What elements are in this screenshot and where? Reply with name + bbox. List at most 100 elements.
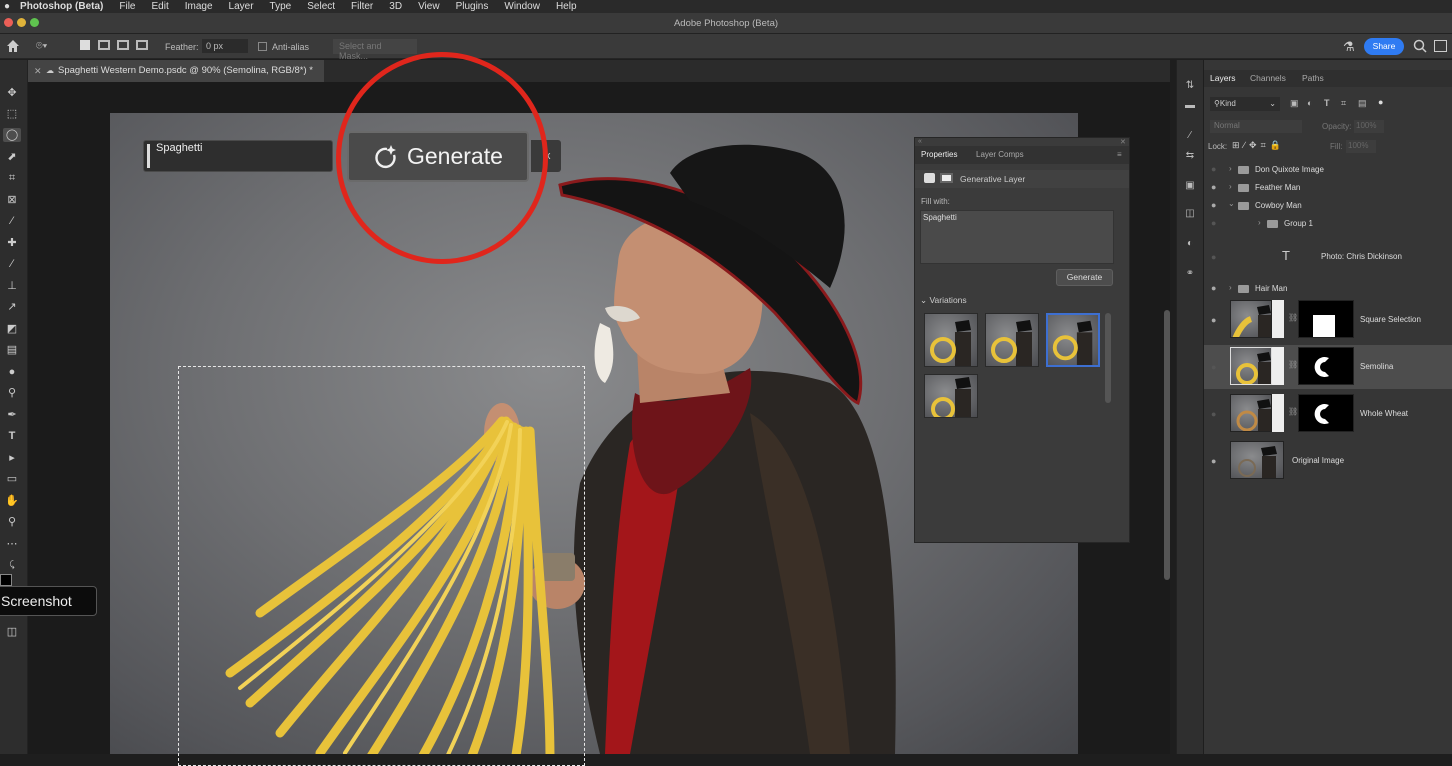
adjustments-icon[interactable]: ⇆ [1183, 150, 1197, 162]
search-icon[interactable] [1413, 39, 1427, 53]
antialias-checkbox[interactable] [258, 42, 267, 51]
menu-type[interactable]: Type [270, 1, 292, 12]
visibility-eye-icon[interactable]: ● [1211, 456, 1216, 466]
generative-prompt-input[interactable]: Spaghetti [143, 140, 333, 172]
healing-brush-icon[interactable]: ✚ [3, 236, 21, 250]
visibility-eye-icon[interactable]: ● [1211, 315, 1216, 325]
workspace-icon[interactable] [1434, 40, 1447, 52]
pen-tool-icon[interactable]: ✒ [3, 408, 21, 422]
canvas-vertical-scrollbar[interactable] [1164, 310, 1170, 580]
object-select-icon[interactable]: ⬈ [3, 150, 21, 164]
menu-edit[interactable]: Edit [152, 1, 169, 12]
variation-thumbnail-selected[interactable] [1046, 313, 1100, 367]
chevron-right-icon[interactable]: › [1258, 218, 1261, 227]
close-window-button[interactable] [4, 18, 13, 27]
crop-tool-icon[interactable]: ⌗ [3, 171, 21, 185]
eyedropper-icon[interactable]: ⁄ [3, 214, 21, 228]
foreground-color-swatch[interactable] [0, 574, 12, 586]
visibility-eye-icon[interactable]: ● [1211, 252, 1216, 262]
brush-settings-icon[interactable]: ∕ [1183, 130, 1197, 142]
intersect-selection-icon[interactable] [136, 40, 148, 50]
flask-icon[interactable]: ⚗ [1343, 39, 1355, 55]
layer-row[interactable]: ● › Don Quixote Image [1204, 162, 1452, 176]
menu-select[interactable]: Select [307, 1, 335, 12]
panel-menu-icon[interactable]: ≡ [1117, 150, 1122, 159]
stamp-tool-icon[interactable]: ⊥ [3, 279, 21, 293]
color-icon[interactable]: ◐ [1183, 238, 1197, 250]
lock-icons[interactable]: ⊞∕✥⌗🔒 [1232, 140, 1285, 151]
subtract-selection-icon[interactable] [117, 40, 129, 50]
menu-layer[interactable]: Layer [229, 1, 254, 12]
brush-tool-icon[interactable]: ∕ [3, 257, 21, 271]
layer-row[interactable]: ● ⛓ Whole Wheat [1204, 393, 1452, 435]
variation-thumbnail[interactable] [924, 374, 978, 418]
visibility-eye-icon[interactable]: ● [1211, 283, 1216, 293]
home-icon[interactable] [6, 39, 20, 53]
blend-mode-select[interactable]: Normal [1210, 120, 1302, 133]
close-panel-icon[interactable]: ✕ [1120, 138, 1126, 146]
frame-tool-icon[interactable]: ⊠ [3, 193, 21, 207]
filter-type-icon[interactable]: T [1324, 98, 1330, 108]
collapse-panel-icon[interactable]: « [918, 138, 922, 145]
comments-icon[interactable]: ▬ [1183, 100, 1197, 112]
menu-filter[interactable]: Filter [351, 1, 373, 12]
visibility-eye-icon[interactable]: ● [1211, 200, 1216, 210]
filter-adjustment-icon[interactable]: ◐ [1307, 98, 1312, 108]
document-tab[interactable]: ✕ ☁ Spaghetti Western Demo.psdc @ 90% (S… [28, 60, 324, 82]
history-icon[interactable]: ⇅ [1183, 80, 1197, 92]
menu-view[interactable]: View [418, 1, 440, 12]
opacity-input[interactable]: 100% [1354, 120, 1384, 133]
menu-plugins[interactable]: Plugins [456, 1, 489, 12]
dodge-icon[interactable]: ⚲ [3, 386, 21, 400]
select-and-mask-button[interactable]: Select and Mask... [333, 39, 417, 61]
move-tool-icon[interactable]: ✥ [3, 86, 21, 100]
quick-mask-icon[interactable]: ◫ [3, 625, 21, 639]
layer-row[interactable]: ● Original Image [1204, 440, 1452, 482]
swatches-icon[interactable]: ⚭ [1183, 268, 1197, 280]
libraries-icon[interactable]: ▣ [1183, 180, 1197, 192]
chevron-down-icon[interactable]: ⌄ [1228, 199, 1235, 208]
history-brush-icon[interactable]: ↗ [3, 300, 21, 314]
menu-3d[interactable]: 3D [389, 1, 402, 12]
fill-input[interactable]: 100% [1346, 140, 1376, 153]
variations-scrollbar[interactable] [1105, 313, 1111, 403]
blur-icon[interactable]: ● [3, 365, 21, 379]
menu-help[interactable]: Help [556, 1, 577, 12]
close-tab-icon[interactable]: ✕ [34, 60, 42, 82]
visibility-eye-icon[interactable]: ● [1211, 182, 1216, 192]
layer-row[interactable]: ● › Group 1 [1204, 216, 1452, 230]
zoom-tool-icon[interactable]: ⚲ [3, 515, 21, 529]
navigator-icon[interactable]: ◫ [1183, 208, 1197, 220]
filter-pixel-icon[interactable]: ▣ [1290, 98, 1299, 109]
visibility-eye-icon[interactable]: ● [1211, 409, 1216, 419]
more-tools-icon[interactable]: ⋯ [3, 537, 21, 551]
variations-header[interactable]: ⌄ Variations [920, 295, 967, 306]
share-button[interactable]: Share [1364, 38, 1404, 55]
layer-row[interactable]: ● ⛓ Square Selection [1204, 299, 1452, 341]
gradient-icon[interactable]: ▤ [3, 343, 21, 357]
visibility-eye-icon[interactable]: ● [1211, 362, 1216, 372]
eraser-icon[interactable]: ◩ [3, 322, 21, 336]
layer-row[interactable]: ● T Photo: Chris Dickinson [1204, 242, 1452, 272]
filter-toggle-icon[interactable]: ● [1378, 97, 1383, 107]
lasso-tool-icon[interactable]: ◯ [3, 128, 21, 142]
visibility-eye-icon[interactable]: ● [1211, 218, 1216, 228]
filter-shape-icon[interactable]: ⌗ [1341, 98, 1346, 109]
shape-tool-icon[interactable]: ▭ [3, 472, 21, 486]
tab-layers[interactable]: Layers [1210, 73, 1236, 83]
marquee-tool-icon[interactable]: ⬚ [3, 107, 21, 121]
app-menu[interactable]: Photoshop (Beta) [20, 1, 103, 12]
type-tool-icon[interactable]: T [3, 429, 21, 443]
properties-generate-button[interactable]: Generate [1056, 269, 1113, 286]
menu-image[interactable]: Image [185, 1, 213, 12]
visibility-eye-icon[interactable]: ● [1211, 164, 1216, 174]
hand-tool-icon[interactable]: ✋ [3, 494, 21, 508]
path-select-icon[interactable]: ▸ [3, 451, 21, 465]
chevron-right-icon[interactable]: › [1229, 283, 1232, 292]
chevron-right-icon[interactable]: › [1229, 164, 1232, 173]
minimize-window-button[interactable] [17, 18, 26, 27]
new-selection-icon[interactable] [80, 40, 90, 50]
layer-row[interactable]: ● › Feather Man [1204, 180, 1452, 194]
tab-properties[interactable]: Properties [921, 150, 957, 159]
variation-thumbnail[interactable] [924, 313, 978, 367]
